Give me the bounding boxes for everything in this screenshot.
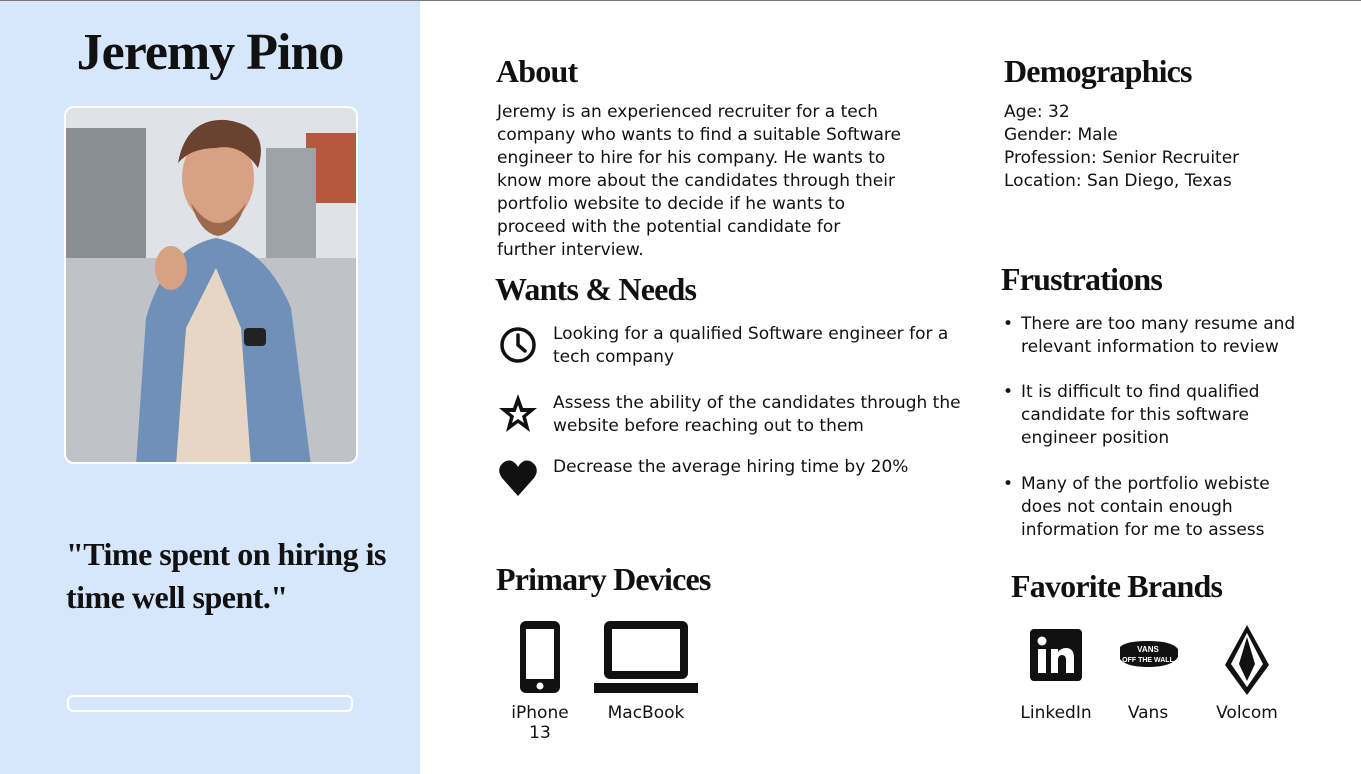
- device-label: iPhone 13: [511, 703, 569, 743]
- about-line: engineer to hire for his company. He wan…: [497, 148, 886, 168]
- demographic-age: Age: 32: [1004, 102, 1070, 122]
- frustration-item: • There are too many resume and relevant…: [1003, 313, 1343, 363]
- brand-label: Volcom: [1216, 703, 1278, 723]
- demographic-gender: Gender: Male: [1004, 125, 1118, 145]
- svg-text:OFF THE WALL: OFF THE WALL: [1122, 657, 1174, 664]
- frustration-line: There are too many resume and: [1021, 314, 1296, 334]
- about-line: further interview.: [497, 240, 644, 260]
- device-iphone: iPhone 13: [500, 619, 580, 743]
- brands-heading: Favorite Brands: [1011, 568, 1223, 604]
- persona-name: Jeremy Pino: [76, 24, 345, 81]
- persona-canvas: Jeremy Pino "Time spent on hiring is tim…: [0, 0, 1361, 774]
- star-icon: [497, 392, 539, 434]
- frustration-item: • It is difficult to find qualified cand…: [1003, 381, 1343, 453]
- want-text: Decrease the average hiring time by 20%: [553, 456, 985, 479]
- persona-photo: [64, 106, 358, 464]
- about-line: portfolio website to decide if he wants …: [497, 194, 846, 214]
- frustration-item: • Many of the portfolio webiste does not…: [1003, 473, 1343, 545]
- frustration-line: relevant information to review: [1021, 337, 1279, 357]
- bullet: •: [1003, 314, 1014, 334]
- persona-quote: "Time spent on hiring is time well spent…: [66, 536, 386, 615]
- brand-volcom: Volcom: [1206, 623, 1288, 723]
- want-line: Decrease the average hiring time by 20%: [553, 457, 909, 477]
- want-item: Looking for a qualified Software enginee…: [497, 323, 987, 373]
- want-line: Assess the ability of the candidates thr…: [553, 393, 961, 413]
- devices-heading: Primary Devices: [496, 561, 711, 597]
- about-heading: About: [496, 53, 578, 89]
- want-text: Looking for a qualified Software enginee…: [553, 323, 985, 369]
- about-line: Jeremy is an experienced recruiter for a…: [497, 102, 878, 122]
- bullet: •: [1003, 382, 1014, 402]
- persona-sidebar: Jeremy Pino "Time spent on hiring is tim…: [0, 1, 420, 774]
- wants-heading: Wants & Needs: [495, 271, 697, 307]
- want-line: tech company: [553, 347, 675, 367]
- frustration-line: Many of the portfolio webiste: [1021, 474, 1270, 494]
- vans-logo: VANS OFF THE WALL: [1120, 641, 1178, 667]
- about-line: proceed with the potential candidate for: [497, 217, 841, 237]
- bullet: •: [1003, 474, 1014, 494]
- want-text: Assess the ability of the candidates thr…: [553, 392, 985, 438]
- demographic-location: Location: San Diego, Texas: [1004, 171, 1232, 191]
- frustration-line: It is difficult to find qualified: [1021, 382, 1260, 402]
- frustration-line: information for me to assess: [1021, 520, 1265, 540]
- demographic-profession: Profession: Senior Recruiter: [1004, 148, 1240, 168]
- brand-label: LinkedIn: [1020, 703, 1092, 723]
- brand-vans: VANS OFF THE WALL Vans: [1110, 627, 1186, 723]
- clock-icon: [497, 323, 539, 365]
- laptop-icon: [594, 621, 698, 693]
- demographics-heading: Demographics: [1004, 53, 1193, 89]
- about-line: company who wants to find a suitable Sof…: [497, 125, 901, 145]
- frustration-line: candidate for this software: [1021, 405, 1249, 425]
- frustrations-heading: Frustrations: [1001, 261, 1163, 297]
- empty-progress-bar: [67, 695, 353, 712]
- want-item: Assess the ability of the candidates thr…: [497, 392, 987, 442]
- brand-label: Vans: [1127, 703, 1169, 723]
- want-line: website before reaching out to them: [553, 416, 864, 436]
- frustration-line: engineer position: [1021, 428, 1170, 448]
- volcom-logo: [1225, 625, 1269, 695]
- svg-text:VANS: VANS: [1137, 645, 1159, 654]
- about-text: Jeremy is an experienced recruiter for a…: [497, 101, 967, 262]
- brand-linkedin: LinkedIn: [1014, 627, 1098, 723]
- want-line: Looking for a qualified Software enginee…: [553, 324, 949, 344]
- device-label: MacBook: [607, 703, 685, 723]
- want-item: Decrease the average hiring time by 20%: [497, 456, 987, 506]
- smartphone-icon: [520, 621, 560, 693]
- heart-icon: [497, 456, 539, 498]
- demographics-list: Age: 32 Gender: Male Profession: Senior …: [1004, 101, 1344, 193]
- device-macbook: MacBook: [594, 619, 698, 723]
- about-line: know more about the candidates through t…: [497, 171, 895, 191]
- linkedin-logo: [1030, 629, 1082, 681]
- frustration-line: does not contain enough: [1021, 497, 1233, 517]
